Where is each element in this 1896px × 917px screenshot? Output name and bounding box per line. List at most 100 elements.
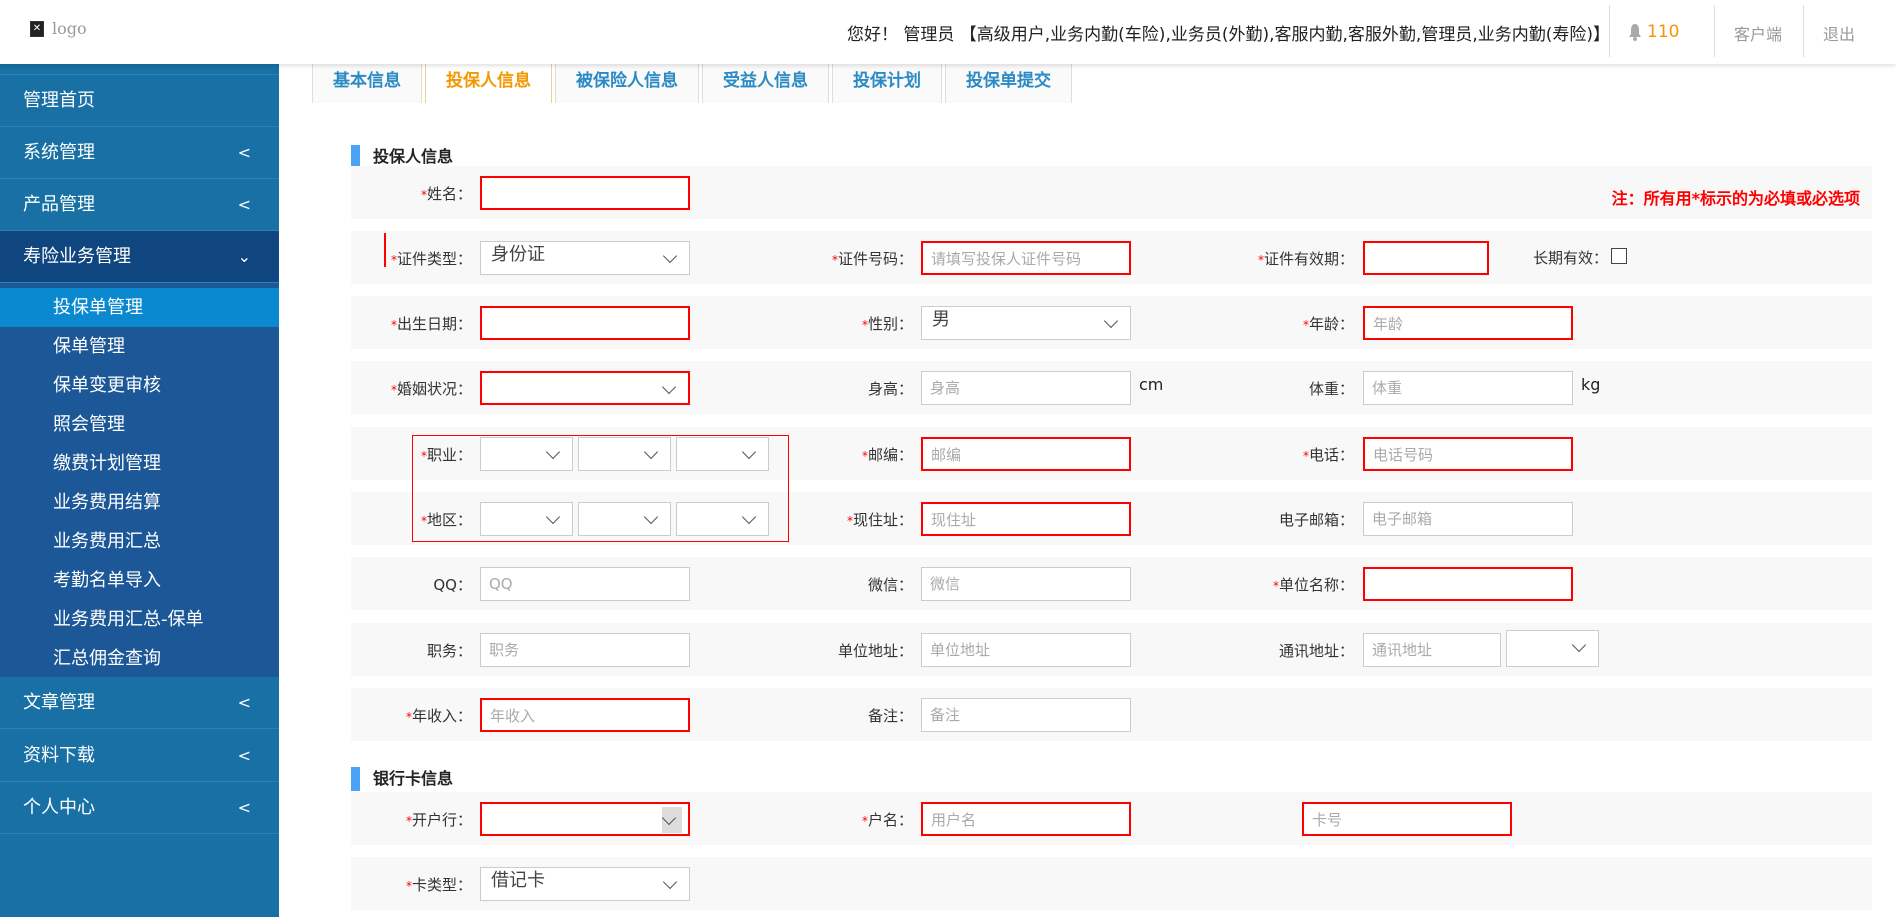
field-label: 单位地址： [838, 640, 913, 661]
unit-label: cm [1139, 375, 1164, 394]
tab-bar: 基本信息 投保人信息 被保险人信息 受益人信息 投保计划 投保单提交 [312, 64, 1075, 103]
text-input[interactable]: 体重 [1363, 371, 1573, 405]
broken-image-icon: ✕ [30, 20, 44, 37]
dropdown-select[interactable]: 借记卡 [480, 867, 690, 901]
label-text: 开户行： [411, 811, 472, 829]
dropdown-select[interactable] [480, 371, 690, 405]
highlight-mark [384, 233, 386, 267]
dropdown-select[interactable] [578, 502, 671, 536]
dropdown-select[interactable]: 身份证 [480, 241, 690, 275]
text-input[interactable]: 电子邮箱 [1363, 502, 1573, 536]
label-text: 通讯地址： [1278, 642, 1354, 660]
text-input[interactable] [1363, 241, 1489, 275]
text-input[interactable]: 现住址 [921, 502, 1131, 536]
field-label: *单位名称： [1273, 574, 1354, 595]
logo[interactable]: ✕ logo [30, 19, 87, 38]
text-input[interactable] [480, 176, 690, 210]
tab-1[interactable]: 投保人信息 [425, 64, 552, 103]
sidebar: 管理首页 系统管理 < 产品管理 < 寿险业务管理 ⌄ 文章管理 < 资料下载 < 个人中心 < 投保单管… [0, 64, 279, 917]
text-input[interactable]: 通讯地址 [1363, 633, 1501, 667]
sidebar-subitem[interactable]: 保单变更审核 [0, 366, 279, 405]
label-text: 微信： [867, 576, 913, 594]
label-text: 证件有效期： [1263, 250, 1354, 268]
dropdown-select[interactable] [676, 437, 769, 471]
text-input[interactable]: 单位地址 [921, 633, 1131, 667]
chevron-down-icon: ⌄ [237, 247, 251, 266]
required-notice: 注：所有用*标示的为必填或必选项 [1611, 189, 1860, 208]
tab-5[interactable]: 投保单提交 [945, 64, 1072, 103]
text-input[interactable]: 年龄 [1363, 306, 1573, 340]
text-input[interactable]: 卡号 [1302, 802, 1512, 836]
sidebar-item-label: 文章管理 [23, 692, 95, 713]
sidebar-item[interactable]: 资料下载 < [0, 730, 279, 782]
sidebar-subitem[interactable]: 保单管理 [0, 327, 279, 366]
text-input[interactable]: 备注 [921, 698, 1131, 732]
sidebar-subitem[interactable]: 业务费用汇总-保单 [0, 600, 279, 639]
sidebar-item-label: 寿险业务管理 [23, 246, 131, 267]
sidebar-item-label: 个人中心 [23, 797, 95, 818]
notification-count: 110 [1647, 22, 1680, 42]
chevron-left-icon: < [237, 143, 251, 162]
tab-4[interactable]: 投保计划 [832, 64, 942, 103]
dropdown-select[interactable]: 男 [921, 306, 1131, 340]
field-label: *邮编： [862, 444, 913, 465]
text-input[interactable]: QQ [480, 567, 690, 601]
sidebar-subitem[interactable]: 照会管理 [0, 405, 279, 444]
sidebar-item[interactable]: 文章管理 < [0, 677, 279, 729]
tab-3[interactable]: 受益人信息 [702, 64, 829, 103]
field-label: 电子邮箱： [1279, 509, 1354, 530]
sidebar-subitem[interactable]: 汇总佣金查询 [0, 639, 279, 678]
sidebar-top-stub [0, 64, 279, 75]
field-label: *户名： [862, 809, 913, 830]
dropdown-select[interactable] [578, 437, 671, 471]
label-text: 性别： [867, 315, 913, 333]
bell-icon [1629, 24, 1641, 41]
text-input[interactable] [1363, 567, 1573, 601]
sidebar-subitem[interactable]: 业务费用结算 [0, 483, 279, 522]
dropdown-select[interactable] [676, 502, 769, 536]
client-link[interactable]: 客户端 [1734, 21, 1782, 45]
sidebar-item[interactable]: 产品管理 < [0, 179, 279, 231]
dropdown-select[interactable] [480, 802, 690, 836]
divider [1803, 5, 1804, 57]
text-input[interactable]: 职务 [480, 633, 690, 667]
tab-0[interactable]: 基本信息 [312, 64, 422, 103]
text-input[interactable]: 请填写投保人证件号码 [921, 241, 1131, 275]
text-input[interactable] [480, 306, 690, 340]
dropdown-select[interactable] [1506, 630, 1599, 667]
label-text: 体重： [1308, 380, 1354, 398]
text-input[interactable]: 邮编 [921, 437, 1131, 471]
sidebar-subitem[interactable]: 缴费计划管理 [0, 444, 279, 483]
label-text: 证件号码： [837, 250, 913, 268]
text-input[interactable]: 身高 [921, 371, 1131, 405]
tab-2[interactable]: 被保险人信息 [555, 64, 699, 103]
label-text: 单位名称： [1278, 576, 1354, 594]
dropdown-select[interactable] [480, 502, 573, 536]
long-term-checkbox[interactable] [1611, 248, 1627, 264]
notifications-button[interactable]: 110 [1628, 22, 1679, 42]
logout-link[interactable]: 退出 [1823, 21, 1855, 45]
field-label: *卡类型： [406, 874, 472, 895]
text-input[interactable]: 电话号码 [1363, 437, 1573, 471]
field-label: 备注： [868, 705, 913, 726]
text-input[interactable]: 用户名 [921, 802, 1131, 836]
sidebar-item[interactable]: 管理首页 [0, 75, 279, 127]
field-label: *地区： [421, 509, 472, 530]
sidebar-subitem[interactable]: 投保单管理 [0, 288, 279, 327]
sidebar-item[interactable]: 寿险业务管理 ⌄ [0, 231, 279, 283]
sidebar-item-label: 管理首页 [23, 90, 95, 111]
label-text: 年收入： [411, 707, 472, 725]
section-title: 银行卡信息 [351, 767, 453, 791]
label-text: 户名： [867, 811, 913, 829]
sidebar-item[interactable]: 个人中心 < [0, 782, 279, 834]
field-label: 职务： [427, 640, 472, 661]
field-label: *出生日期： [391, 313, 472, 334]
sidebar-subitem[interactable]: 业务费用汇总 [0, 522, 279, 561]
label-text: 地区： [426, 511, 472, 529]
sidebar-subitem[interactable]: 考勤名单导入 [0, 561, 279, 600]
sidebar-item[interactable]: 系统管理 < [0, 127, 279, 179]
field-label: *姓名： [421, 183, 472, 204]
text-input[interactable]: 微信 [921, 567, 1131, 601]
dropdown-select[interactable] [480, 437, 573, 471]
text-input[interactable]: 年收入 [480, 698, 690, 732]
